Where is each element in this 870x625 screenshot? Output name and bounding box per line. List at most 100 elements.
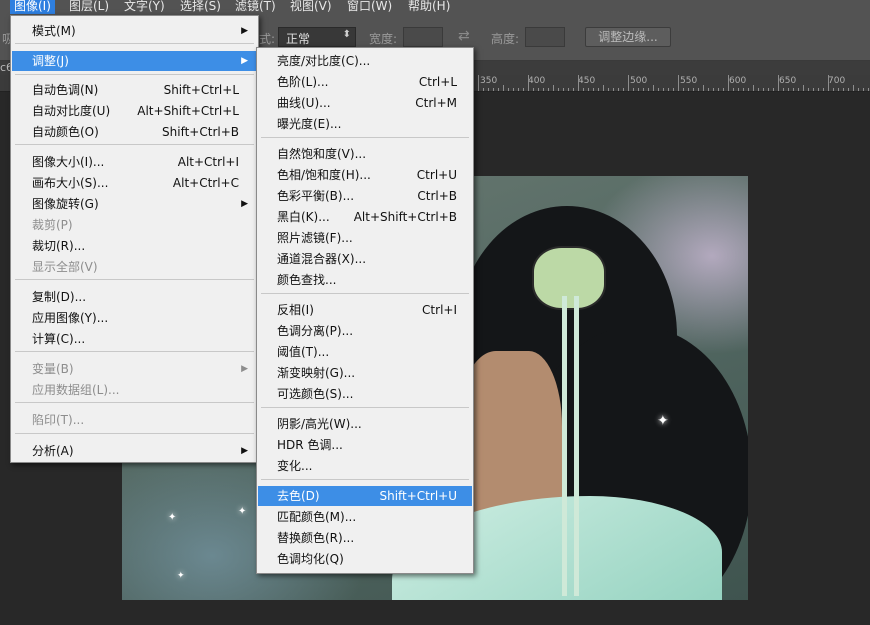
image-menu-item[interactable]: 裁切(R)... [12,236,257,256]
adjust-menu-item[interactable]: 曝光度(E)... [258,114,472,134]
height-label: 高度: [491,32,520,46]
ruler-tick [678,75,679,91]
ruler-tick [498,88,499,91]
menu-separator [15,351,254,352]
menu-item-label: 阈值(T)... [277,345,330,359]
adjust-menu-item[interactable]: 亮度/对比度(C)... [258,51,472,71]
ruler-tick [818,88,819,91]
ruler-tick [743,88,744,91]
ruler-tick [773,88,774,91]
menu-image[interactable]: 图像(I) [10,0,55,14]
menu-bar: 图像(I) 图层(L) 文字(Y) 选择(S) 滤镜(T) 视图(V) 窗口(W… [0,0,870,14]
ruler-tick [868,88,869,91]
adjust-menu-item[interactable]: 照片滤镜(F)... [258,228,472,248]
ruler-tick [858,88,859,91]
image-menu-item[interactable]: 模式(M) ▶ [12,21,257,41]
menu-help[interactable]: 帮助(H) [404,0,454,14]
menu-item-label: 匹配颜色(M)... [277,510,357,524]
adjust-menu-item[interactable]: 渐变映射(G)... [258,363,472,383]
ruler-tick [738,88,739,91]
image-menu-item[interactable]: 复制(D)... [12,287,257,307]
image-menu-item[interactable]: 自动色调(N) Shift+Ctrl+L [12,80,257,100]
menu-select[interactable]: 选择(S) [176,0,225,14]
ruler-tick [508,88,509,91]
adjust-menu-item[interactable]: 阈值(T)... [258,342,472,362]
ruler-tick [673,88,674,91]
ruler-tick [658,88,659,91]
adjust-menu-item[interactable]: 色彩平衡(B)... Ctrl+B [258,186,472,206]
menu-item-label: 应用数据组(L)... [32,383,120,397]
image-menu: 模式(M) ▶ 调整(J) ▶ 自动色调(N) Shift+Ctrl+L 自动对比度(U) A… [10,15,259,463]
menu-item-shortcut: Alt+Ctrl+I [177,155,239,169]
adjust-menu-item[interactable]: HDR 色调... [258,435,472,455]
menu-type[interactable]: 文字(Y) [120,0,169,14]
ruler-tick [788,88,789,91]
swap-icon[interactable]: ⇄ [458,28,470,44]
height-input[interactable] [525,27,565,47]
menu-item-label: 色调均化(Q) [277,552,344,566]
ruler-tick [488,88,489,91]
image-menu-item[interactable]: 图像旋转(G) ▶ [12,194,257,214]
adjust-menu-item[interactable]: 可选颜色(S)... [258,384,472,404]
adjust-menu-item[interactable]: 颜色查找... [258,270,472,290]
menu-item-shortcut: Alt+Shift+Ctrl+L [137,104,239,118]
menu-item-label: 曲线(U)... [277,96,331,110]
ruler-tick [843,88,844,91]
menu-separator [15,279,254,280]
ruler-label: 500 [630,76,648,86]
image-menu-item[interactable]: 分析(A) ▶ [12,441,257,461]
menu-item-shortcut: Shift+Ctrl+U [379,489,457,503]
width-input[interactable] [403,27,443,47]
submenu-arrow-icon: ▶ [241,446,248,456]
menu-view[interactable]: 视图(V) [286,0,336,14]
menu-filter[interactable]: 滤镜(T) [231,0,280,14]
image-menu-item[interactable]: 应用图像(Y)... [12,308,257,328]
ruler-label: 350 [480,76,498,86]
adjust-menu-item[interactable]: 自然饱和度(V)... [258,144,472,164]
adjust-menu-item[interactable]: 色阶(L)... Ctrl+L [258,72,472,92]
submenu-arrow-icon: ▶ [241,26,248,36]
image-menu-item[interactable]: 调整(J) ▶ [12,51,257,71]
image-menu-item: 裁剪(P) [12,215,257,235]
ruler-tick [553,85,554,91]
menu-item-label: 变量(B) [32,362,74,376]
adjust-menu-item[interactable]: 色相/饱和度(H)... Ctrl+U [258,165,472,185]
image-menu-item[interactable]: 画布大小(S)... Alt+Ctrl+C [12,173,257,193]
menu-item-label: 反相(I) [277,303,314,317]
adjust-menu-item[interactable]: 变化... [258,456,472,476]
adjust-menu-item[interactable]: 通道混合器(X)... [258,249,472,269]
menu-separator [261,137,469,138]
adjust-menu-item[interactable]: 黑白(K)... Alt+Shift+Ctrl+B [258,207,472,227]
width-label: 宽度: [369,32,398,46]
ruler-tick [708,88,709,91]
menu-window[interactable]: 窗口(W) [343,0,396,14]
menu-item-label: 陷印(T)... [32,413,85,427]
adjust-menu-item[interactable]: 替换颜色(R)... [258,528,472,548]
menu-separator [261,479,469,480]
image-menu-item[interactable]: 计算(C)... [12,329,257,349]
hair-ribbon [532,246,606,310]
ruler-label: 400 [528,76,546,86]
menu-item-shortcut: Alt+Shift+Ctrl+B [353,210,457,224]
adjust-menu-item[interactable]: 色调分离(P)... [258,321,472,341]
ruler-tick [853,85,854,91]
ribbon-strand [562,296,567,596]
ruler-tick [568,88,569,91]
adjust-menu-item[interactable]: 反相(I) Ctrl+I [258,300,472,320]
refine-edge-button[interactable]: 调整边缘... [585,27,671,47]
image-menu-item[interactable]: 自动对比度(U) Alt+Shift+Ctrl+L [12,101,257,121]
adjust-menu-item[interactable]: 匹配颜色(M)... [258,507,472,527]
sparkle-icon: ✦ [238,506,247,517]
adjust-menu-item[interactable]: 曲线(U)... Ctrl+M [258,93,472,113]
menu-separator [15,43,254,44]
ruler-tick [528,75,529,91]
image-menu-item[interactable]: 自动颜色(O) Shift+Ctrl+B [12,122,257,142]
menu-item-label: 调整(J) [32,54,69,68]
ruler-tick [598,88,599,91]
image-menu-item[interactable]: 图像大小(I)... Alt+Ctrl+I [12,152,257,172]
menu-layer[interactable]: 图层(L) [65,0,113,14]
style-select[interactable]: 正常 ⬍ [278,27,356,47]
adjust-menu-item[interactable]: 色调均化(Q) [258,549,472,569]
adjust-menu-item[interactable]: 阴影/高光(W)... [258,414,472,434]
adjust-menu-item[interactable]: 去色(D) Shift+Ctrl+U [258,486,472,506]
